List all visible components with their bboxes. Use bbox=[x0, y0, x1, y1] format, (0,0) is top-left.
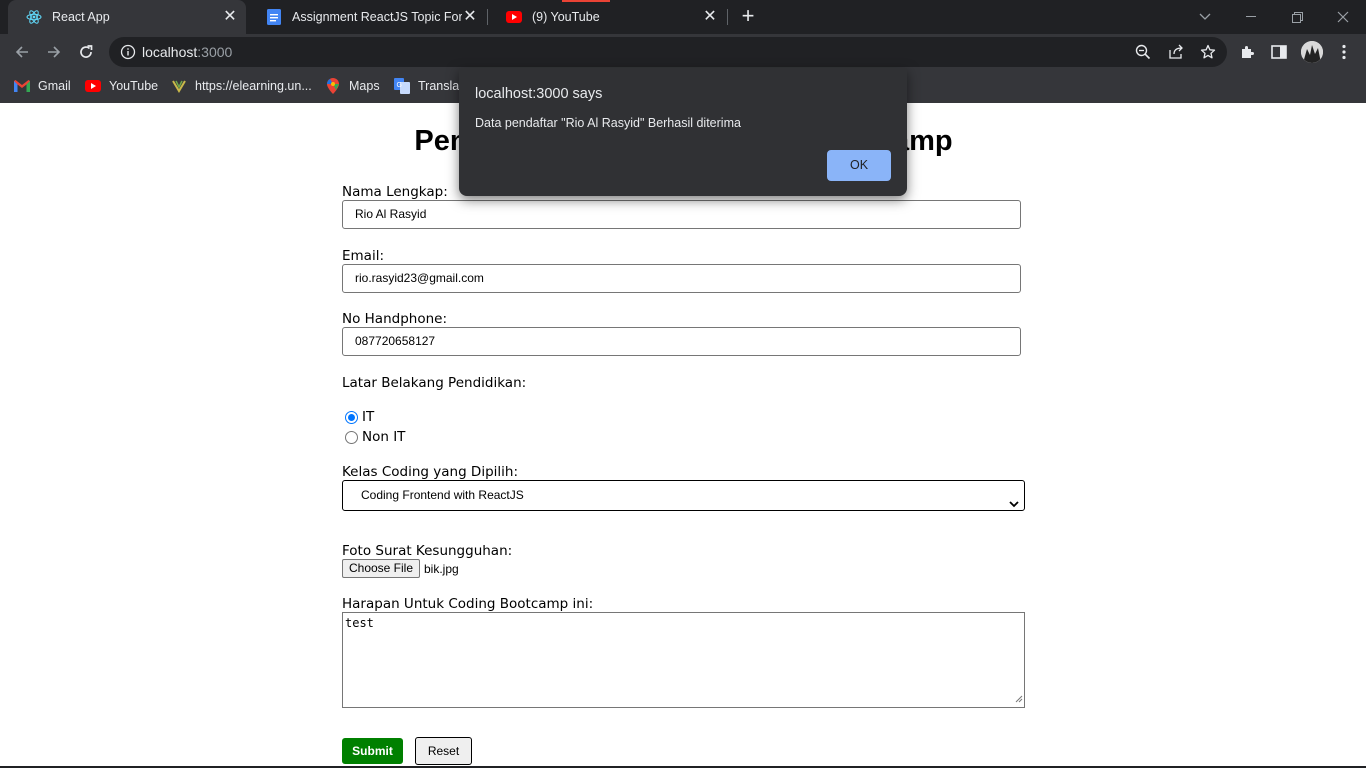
bookmark-maps[interactable]: Maps bbox=[325, 76, 380, 96]
tab-react-app[interactable]: React App ✕ bbox=[8, 0, 246, 34]
submit-button[interactable]: Submit bbox=[342, 738, 403, 764]
radio-it[interactable] bbox=[345, 410, 358, 424]
education-label: Latar Belakang Pendidikan: bbox=[342, 375, 527, 391]
tab-title: React App bbox=[52, 10, 110, 24]
bookmark-elearning[interactable]: https://elearning.un... bbox=[171, 76, 312, 96]
tab-youtube[interactable]: (9) YouTube ✕ bbox=[488, 0, 726, 34]
profile-avatar[interactable] bbox=[1301, 41, 1323, 63]
arrow-right-icon bbox=[48, 46, 61, 58]
close-tab-icon[interactable]: ✕ bbox=[462, 9, 478, 25]
extensions-icon[interactable] bbox=[1237, 42, 1257, 62]
url-port: :3000 bbox=[197, 44, 233, 60]
bookmark-label: https://elearning.un... bbox=[195, 79, 312, 93]
hope-label: Harapan Untuk Coding Bootcamp ini: bbox=[342, 596, 594, 612]
restore-icon bbox=[1291, 11, 1303, 23]
elearning-icon bbox=[171, 78, 187, 94]
more-menu-icon[interactable] bbox=[1334, 42, 1354, 62]
bookmark-label: Maps bbox=[349, 79, 380, 93]
tab-search-button[interactable] bbox=[1182, 0, 1228, 34]
reload-icon bbox=[80, 45, 93, 58]
maps-icon bbox=[325, 78, 341, 94]
phone-input[interactable]: 087720658127 bbox=[342, 327, 1021, 356]
chevron-down-icon bbox=[1009, 490, 1019, 519]
gmail-icon bbox=[14, 78, 30, 94]
dialog-message: Data pendaftar "Rio Al Rasyid" Berhasil … bbox=[475, 116, 741, 130]
site-info-icon[interactable] bbox=[120, 44, 136, 65]
email-input[interactable]: rio.rasyid23@gmail.com bbox=[342, 264, 1021, 293]
tab-strip: React App ✕ Assignment ReactJS Topic For… bbox=[0, 0, 1366, 34]
side-panel-icon[interactable] bbox=[1269, 42, 1289, 62]
close-icon bbox=[1337, 11, 1349, 23]
youtube-icon bbox=[85, 78, 101, 94]
choose-file-button[interactable]: Choose File bbox=[342, 559, 420, 578]
alert-dialog: localhost:3000 says Data pendaftar "Rio … bbox=[459, 68, 907, 196]
file-name: bik.jpg bbox=[424, 562, 459, 576]
class-select-value: Coding Frontend with ReactJS bbox=[361, 488, 524, 502]
youtube-icon bbox=[506, 9, 522, 25]
radio-non-it[interactable] bbox=[345, 430, 358, 444]
radio-label: Non IT bbox=[362, 429, 406, 445]
translate-icon: G bbox=[394, 78, 410, 94]
toolbar: localhost:3000 bbox=[0, 34, 1366, 70]
back-button[interactable] bbox=[8, 38, 36, 66]
share-icon[interactable] bbox=[1168, 44, 1184, 60]
restore-button[interactable] bbox=[1274, 0, 1320, 34]
reset-button[interactable]: Reset bbox=[415, 737, 472, 765]
forward-button[interactable] bbox=[40, 38, 68, 66]
minimize-icon bbox=[1246, 16, 1256, 17]
google-docs-icon bbox=[266, 9, 282, 25]
close-tab-icon[interactable]: ✕ bbox=[702, 9, 718, 25]
close-window-button[interactable] bbox=[1320, 0, 1366, 34]
ok-button[interactable]: OK bbox=[827, 150, 891, 181]
bookmark-label: Gmail bbox=[38, 79, 71, 93]
tab-title: (9) YouTube bbox=[532, 10, 600, 24]
hope-textarea-value: test bbox=[345, 616, 374, 630]
url-text: localhost:3000 bbox=[142, 44, 232, 60]
svg-text:G: G bbox=[397, 82, 402, 89]
tab-separator bbox=[727, 9, 728, 25]
tab-assignment-doc[interactable]: Assignment ReactJS Topic Form - ✕ bbox=[248, 0, 486, 34]
education-option-it[interactable]: IT bbox=[345, 409, 374, 425]
react-icon bbox=[26, 9, 42, 25]
hope-textarea[interactable]: test bbox=[342, 612, 1025, 708]
bookmark-label: Translat bbox=[418, 79, 463, 93]
bookmark-youtube[interactable]: YouTube bbox=[85, 76, 158, 96]
resize-grip-icon[interactable] bbox=[1015, 692, 1023, 706]
minimize-button[interactable] bbox=[1228, 0, 1274, 34]
photo-label: Foto Surat Kesungguhan: bbox=[342, 543, 513, 559]
reload-button[interactable] bbox=[72, 38, 100, 66]
bookmark-translate[interactable]: G Translat bbox=[394, 76, 463, 96]
bookmark-gmail[interactable]: Gmail bbox=[14, 76, 71, 96]
page-content: Pendaftaran Peserta Coding Bootcamp Nama… bbox=[0, 103, 1366, 768]
new-tab-button[interactable]: + bbox=[737, 5, 759, 28]
bookmark-label: YouTube bbox=[109, 79, 159, 93]
arrow-left-icon bbox=[15, 46, 28, 58]
url-host: localhost bbox=[142, 44, 198, 60]
email-label: Email: bbox=[342, 248, 385, 264]
bookmark-star-icon[interactable] bbox=[1200, 44, 1216, 60]
chevron-down-icon bbox=[1199, 13, 1211, 20]
class-select[interactable]: Coding Frontend with ReactJS bbox=[342, 480, 1025, 511]
phone-label: No Handphone: bbox=[342, 311, 447, 327]
education-option-non-it[interactable]: Non IT bbox=[345, 429, 405, 445]
close-tab-icon[interactable]: ✕ bbox=[222, 9, 238, 25]
dialog-title: localhost:3000 says bbox=[475, 86, 603, 102]
tab-title: Assignment ReactJS Topic Form - bbox=[292, 10, 462, 24]
radio-label: IT bbox=[362, 409, 375, 425]
zoom-icon[interactable] bbox=[1135, 44, 1151, 60]
class-label: Kelas Coding yang Dipilih: bbox=[342, 464, 519, 480]
name-label: Nama Lengkap: bbox=[342, 184, 448, 200]
address-bar[interactable]: localhost:3000 bbox=[109, 37, 1227, 67]
name-input[interactable]: Rio Al Rasyid bbox=[342, 200, 1021, 229]
